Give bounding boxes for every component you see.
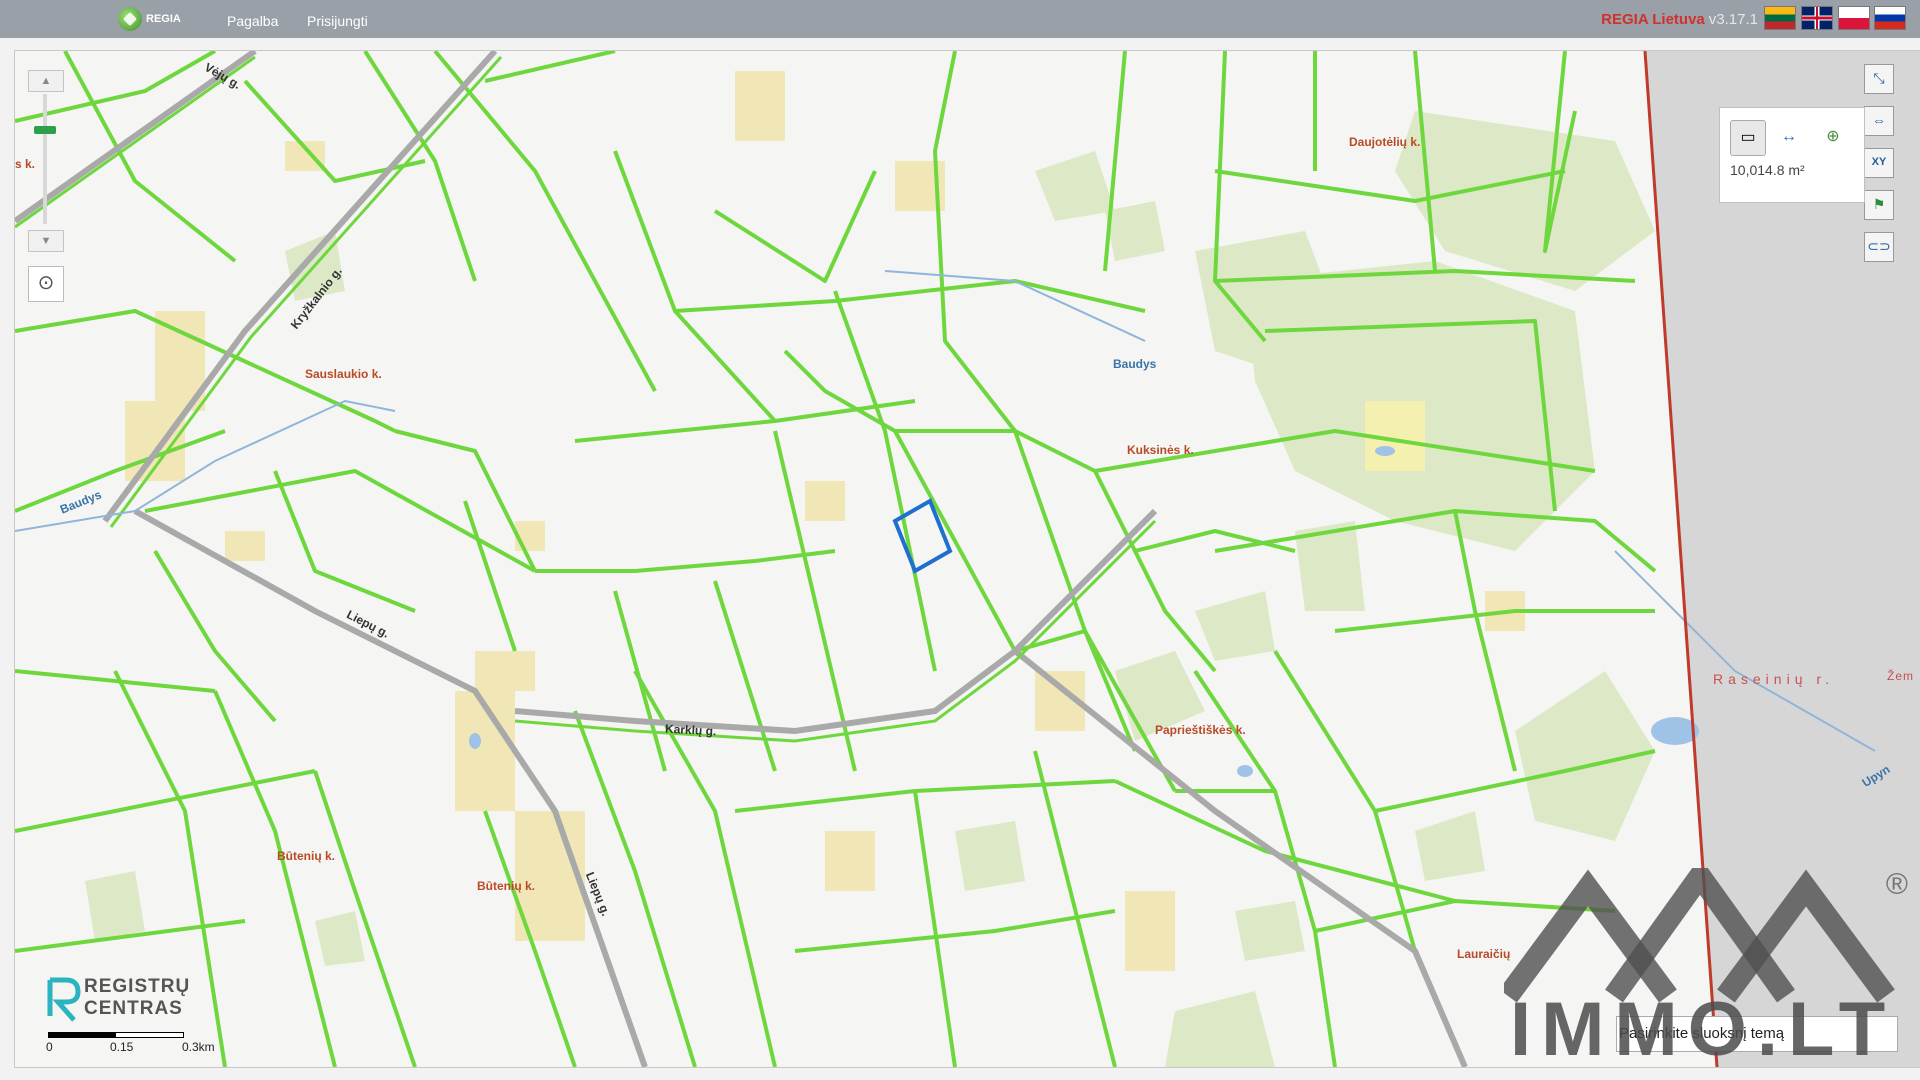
- scale-ruler: [48, 1032, 184, 1038]
- nav-login[interactable]: Prisijungti: [307, 13, 368, 29]
- map-canvas[interactable]: Sauslaukio k. Kuksinės k. Daujotėlių k. …: [14, 50, 1920, 1068]
- collapse-icon: ⤡: [1873, 70, 1885, 86]
- ruler-icon: ⇔: [1872, 112, 1886, 128]
- flag-pl-icon[interactable]: [1838, 6, 1870, 30]
- centras-text: CENTRAS: [84, 998, 183, 1019]
- fullscreen-button[interactable]: ⤡: [1864, 64, 1894, 94]
- coordinates-button[interactable]: XY: [1864, 148, 1894, 178]
- flag-ru-icon[interactable]: [1874, 6, 1906, 30]
- zoom-track[interactable]: [43, 94, 47, 224]
- top-bar: REGIA Pagalba Prisijungti REGIA Lietuva v…: [0, 0, 1920, 38]
- registru-centras-logo: REGISTRŲ CENTRAS: [46, 976, 206, 1024]
- flag-lt-icon[interactable]: [1764, 6, 1796, 30]
- scale-label: 0: [46, 1040, 53, 1054]
- village-label: Būtenių k.: [277, 849, 336, 863]
- region-label-partial: Žem: [1887, 669, 1914, 683]
- measure-distance-button[interactable]: ⇔: [1864, 106, 1894, 136]
- line-ruler-icon: ↔: [1781, 128, 1797, 145]
- logo-text: REGIA: [146, 13, 181, 25]
- area-ruler-icon: ▭: [1740, 129, 1756, 146]
- registru-text: REGISTRŲ: [84, 976, 191, 997]
- flag-button[interactable]: ⚑: [1864, 190, 1894, 220]
- village-label: Sauslaukio k.: [305, 367, 382, 381]
- village-label: Kuksinės k.: [1127, 443, 1194, 457]
- zoom-out-button[interactable]: ▼: [28, 230, 64, 252]
- measure-area-tool[interactable]: ▭: [1730, 120, 1766, 156]
- regia-logo[interactable]: REGIA: [118, 6, 181, 32]
- measure-line-tool[interactable]: ↔: [1772, 120, 1806, 154]
- link-icon: ⊂⊃: [1867, 238, 1891, 254]
- target-icon: ⊙: [37, 272, 55, 294]
- scale-bar: 0 0.15 0.3km: [46, 1028, 226, 1058]
- zoom-knob[interactable]: [34, 126, 56, 134]
- flag-en-icon[interactable]: [1801, 6, 1833, 30]
- xy-icon: XY: [1871, 156, 1887, 168]
- zoom-slider[interactable]: ▲ ▼: [28, 70, 68, 252]
- village-label: Būtenių k.: [477, 879, 536, 893]
- regia-logo-icon: [118, 7, 142, 31]
- version-label: v3.17.1: [1708, 11, 1758, 28]
- locate-button[interactable]: ⊙: [28, 266, 64, 302]
- region-label: Raseinių r.: [1713, 671, 1835, 687]
- globe-icon: ⊕: [1826, 128, 1840, 145]
- rc-icon: [47, 977, 81, 1022]
- map-graphic: [15, 51, 1920, 1067]
- nav-help[interactable]: Pagalba: [227, 13, 278, 29]
- area-value: 10,014.8 m²: [1730, 162, 1805, 178]
- brand-name: REGIA Lietuva: [1601, 11, 1705, 28]
- flag-icon: ⚑: [1872, 196, 1886, 212]
- scale-label: 0.3km: [182, 1040, 215, 1054]
- road-label: Karklų g.: [664, 721, 717, 739]
- link-button[interactable]: ⊂⊃: [1864, 232, 1894, 262]
- brand-title: REGIA Lietuva v3.17.1: [1601, 11, 1758, 28]
- village-label: Daujotėlių k.: [1349, 135, 1421, 149]
- zoom-in-button[interactable]: ▲: [28, 70, 64, 92]
- measure-point-tool[interactable]: ⊕: [1816, 120, 1850, 154]
- layer-search-input[interactable]: Pasirinkite sluoksnį temą: [1616, 1016, 1898, 1052]
- forest-areas: [85, 111, 1655, 1067]
- village-label: Lauraičių: [1457, 947, 1511, 961]
- river-label: Baudys: [1113, 357, 1157, 371]
- scale-label: 0.15: [110, 1040, 134, 1054]
- village-label: Paprieštiškės k.: [1155, 723, 1246, 737]
- measure-panel: ▭ ↔ ⊕ 10,014.8 m²: [1719, 107, 1865, 203]
